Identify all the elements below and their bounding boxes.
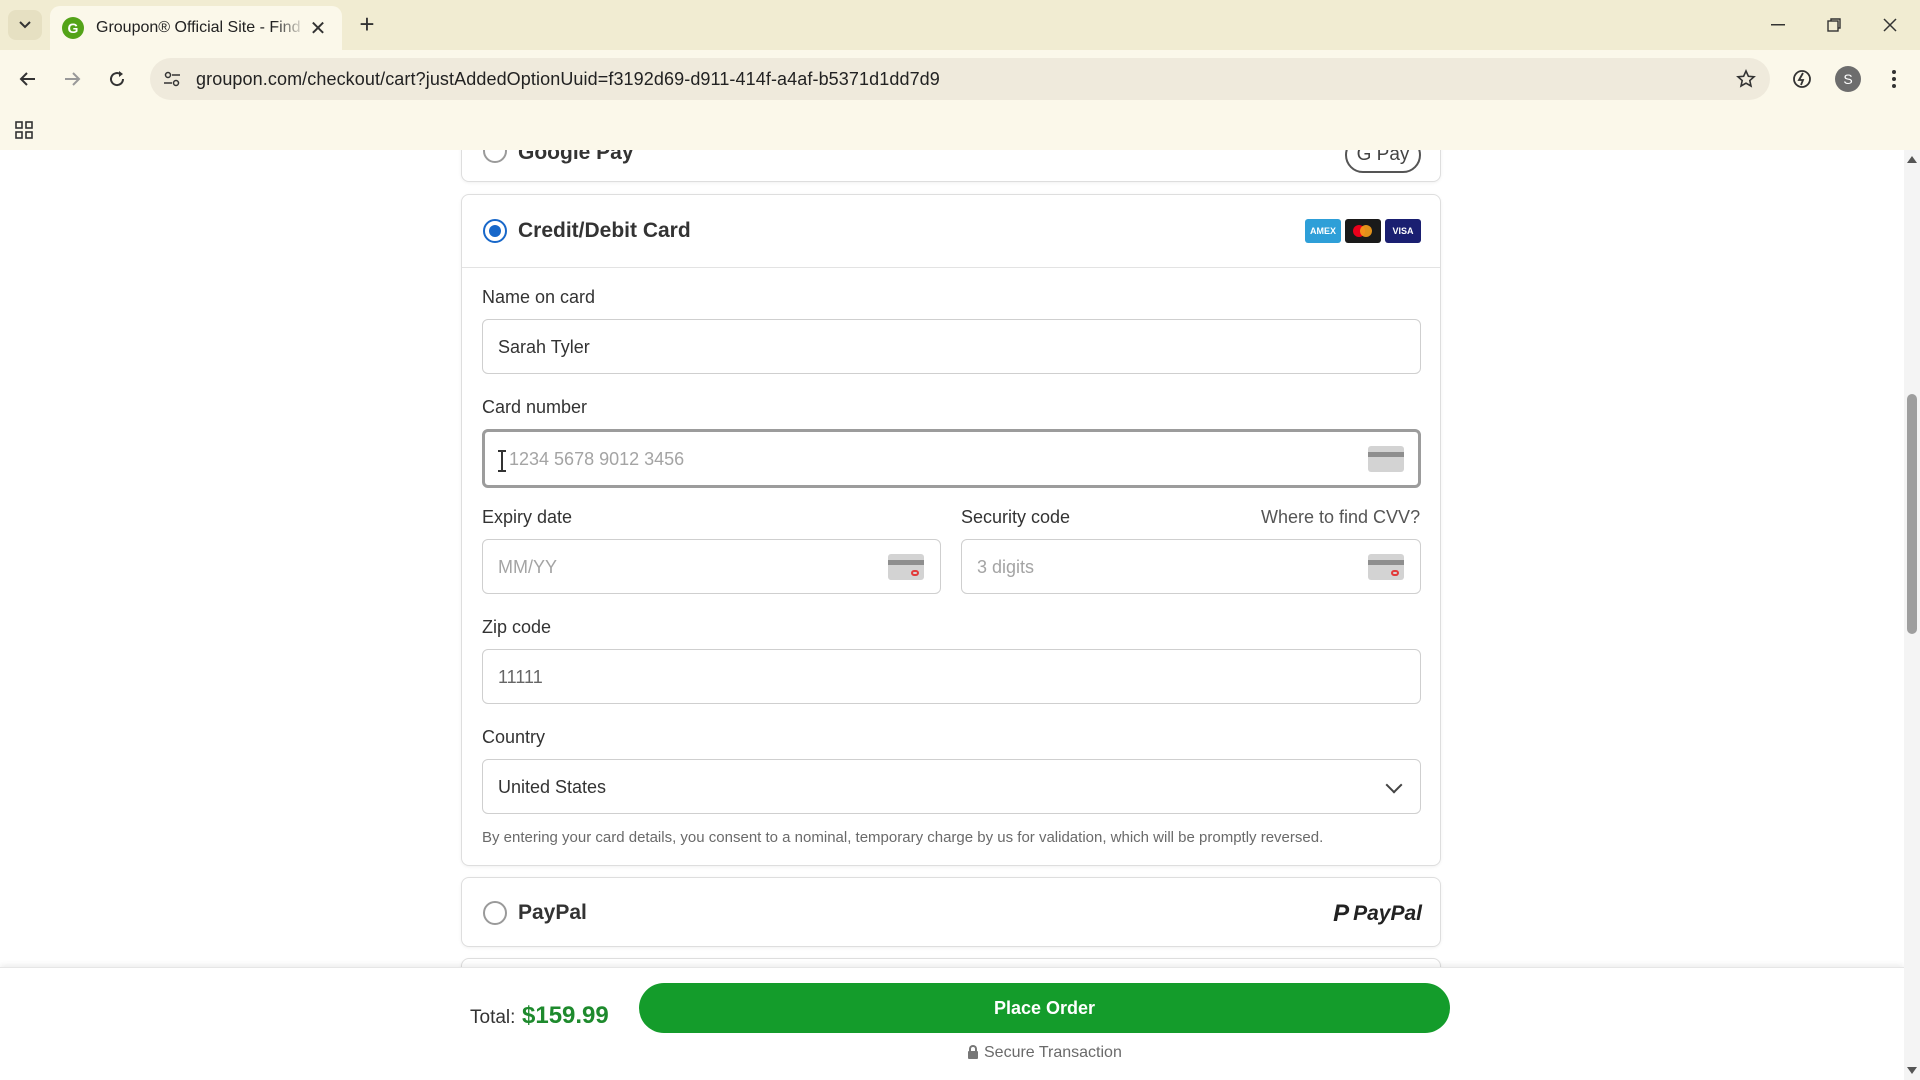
secure-transaction: Secure Transaction: [968, 1044, 1122, 1062]
minimize-icon[interactable]: [1758, 10, 1798, 40]
extension-icon[interactable]: [1786, 63, 1818, 95]
page-scrollbar[interactable]: [1904, 150, 1920, 1080]
lock-icon: [968, 1045, 978, 1059]
credit-card-label: Credit/Debit Card: [518, 219, 691, 242]
expiry-card-icon: [888, 554, 924, 580]
restore-icon[interactable]: [1814, 10, 1854, 40]
paypal-radio[interactable]: [483, 901, 507, 925]
plus-icon[interactable]: +: [352, 10, 382, 40]
forward-icon[interactable]: [56, 63, 88, 95]
security-code-label: Security code: [961, 507, 1071, 527]
amex-icon: AMEX: [1305, 219, 1341, 243]
expiry-date-input[interactable]: MM/YY: [482, 539, 941, 594]
scroll-thumb[interactable]: [1907, 394, 1917, 634]
visa-icon: VISA: [1385, 219, 1421, 243]
apps-icon[interactable]: [12, 118, 36, 142]
google-pay-label: Google Pay: [518, 150, 634, 164]
active-tab[interactable]: G Groupon® Official Site - Find Lo ✕: [50, 6, 342, 50]
card-number-input[interactable]: 1234 5678 9012 3456: [482, 429, 1421, 488]
card-number-placeholder: 1234 5678 9012 3456: [509, 449, 685, 469]
country-select[interactable]: United States: [482, 759, 1421, 814]
scroll-down-arrow-icon[interactable]: [1907, 1067, 1917, 1074]
expiry-date-label: Expiry date: [482, 507, 573, 527]
profile-avatar[interactable]: S: [1832, 63, 1864, 95]
google-pay-option[interactable]: Google Pay G Pay: [461, 150, 1441, 182]
menu-icon[interactable]: [1878, 63, 1910, 95]
card-number-label: Card number: [482, 397, 588, 417]
checkout-page: Google Pay G Pay Credit/Debit Card AMEX …: [0, 150, 1904, 1080]
url-text: groupon.com/checkout/cart?justAddedOptio…: [196, 69, 940, 89]
site-info-icon[interactable]: [160, 67, 184, 91]
browser-toolbar: groupon.com/checkout/cart?justAddedOptio…: [0, 50, 1920, 108]
country-label: Country: [482, 727, 546, 747]
cvv-card-icon: [1368, 554, 1404, 580]
google-pay-badge-icon: G Pay: [1345, 150, 1421, 173]
zip-code-label: Zip code: [482, 617, 552, 637]
bookmarks-bar: [0, 108, 1920, 150]
text-cursor-icon: [498, 450, 506, 472]
credit-card-option: Credit/Debit Card AMEX VISA Name on card…: [461, 194, 1441, 866]
zip-code-value: 11111: [498, 667, 543, 687]
mastercard-icon: [1345, 219, 1381, 243]
checkout-footer: Total: $159.99 Place Order Secure Transa…: [0, 967, 1904, 1080]
address-bar[interactable]: groupon.com/checkout/cart?justAddedOptio…: [150, 58, 1770, 100]
tab-strip: G Groupon® Official Site - Find Lo ✕ +: [0, 0, 1920, 50]
reload-icon[interactable]: [101, 63, 133, 95]
consent-text: By entering your card details, you conse…: [482, 829, 1324, 846]
name-on-card-value: Sarah Tyler: [498, 337, 590, 357]
tab-title: Groupon® Official Site - Find Lo: [96, 19, 306, 36]
name-on-card-label: Name on card: [482, 287, 596, 307]
star-icon[interactable]: [1734, 67, 1758, 91]
place-order-button[interactable]: Place Order: [639, 983, 1450, 1033]
card-icon: [1368, 446, 1404, 472]
close-window-icon[interactable]: [1870, 10, 1910, 40]
scroll-up-arrow-icon[interactable]: [1907, 156, 1917, 163]
paypal-label: PayPal: [518, 901, 587, 924]
country-value: United States: [498, 777, 607, 797]
paypal-option[interactable]: PayPal P PayPal: [461, 877, 1441, 947]
name-on-card-input[interactable]: Sarah Tyler: [482, 319, 1421, 374]
groupon-favicon-icon: G: [62, 17, 84, 39]
credit-card-radio[interactable]: [483, 219, 507, 243]
google-pay-radio[interactable]: [483, 150, 507, 163]
paypal-logo-icon: P PayPal: [1333, 900, 1422, 927]
where-to-find-cvv-link[interactable]: Where to find CVV?: [1261, 507, 1420, 528]
security-code-input[interactable]: 3 digits: [961, 539, 1421, 594]
chevron-down-icon: [1385, 776, 1403, 794]
divider: [462, 267, 1440, 268]
tab-list-icon[interactable]: [8, 10, 42, 40]
total-amount: $159.99: [522, 1002, 609, 1029]
zip-code-input[interactable]: 11111: [482, 649, 1421, 704]
secure-transaction-text: Secure Transaction: [984, 1044, 1122, 1061]
expiry-placeholder: MM/YY: [498, 557, 558, 577]
total-label: Total:: [470, 1007, 516, 1028]
back-icon[interactable]: [12, 63, 44, 95]
close-icon[interactable]: ✕: [306, 16, 330, 41]
security-code-placeholder: 3 digits: [977, 557, 1035, 577]
